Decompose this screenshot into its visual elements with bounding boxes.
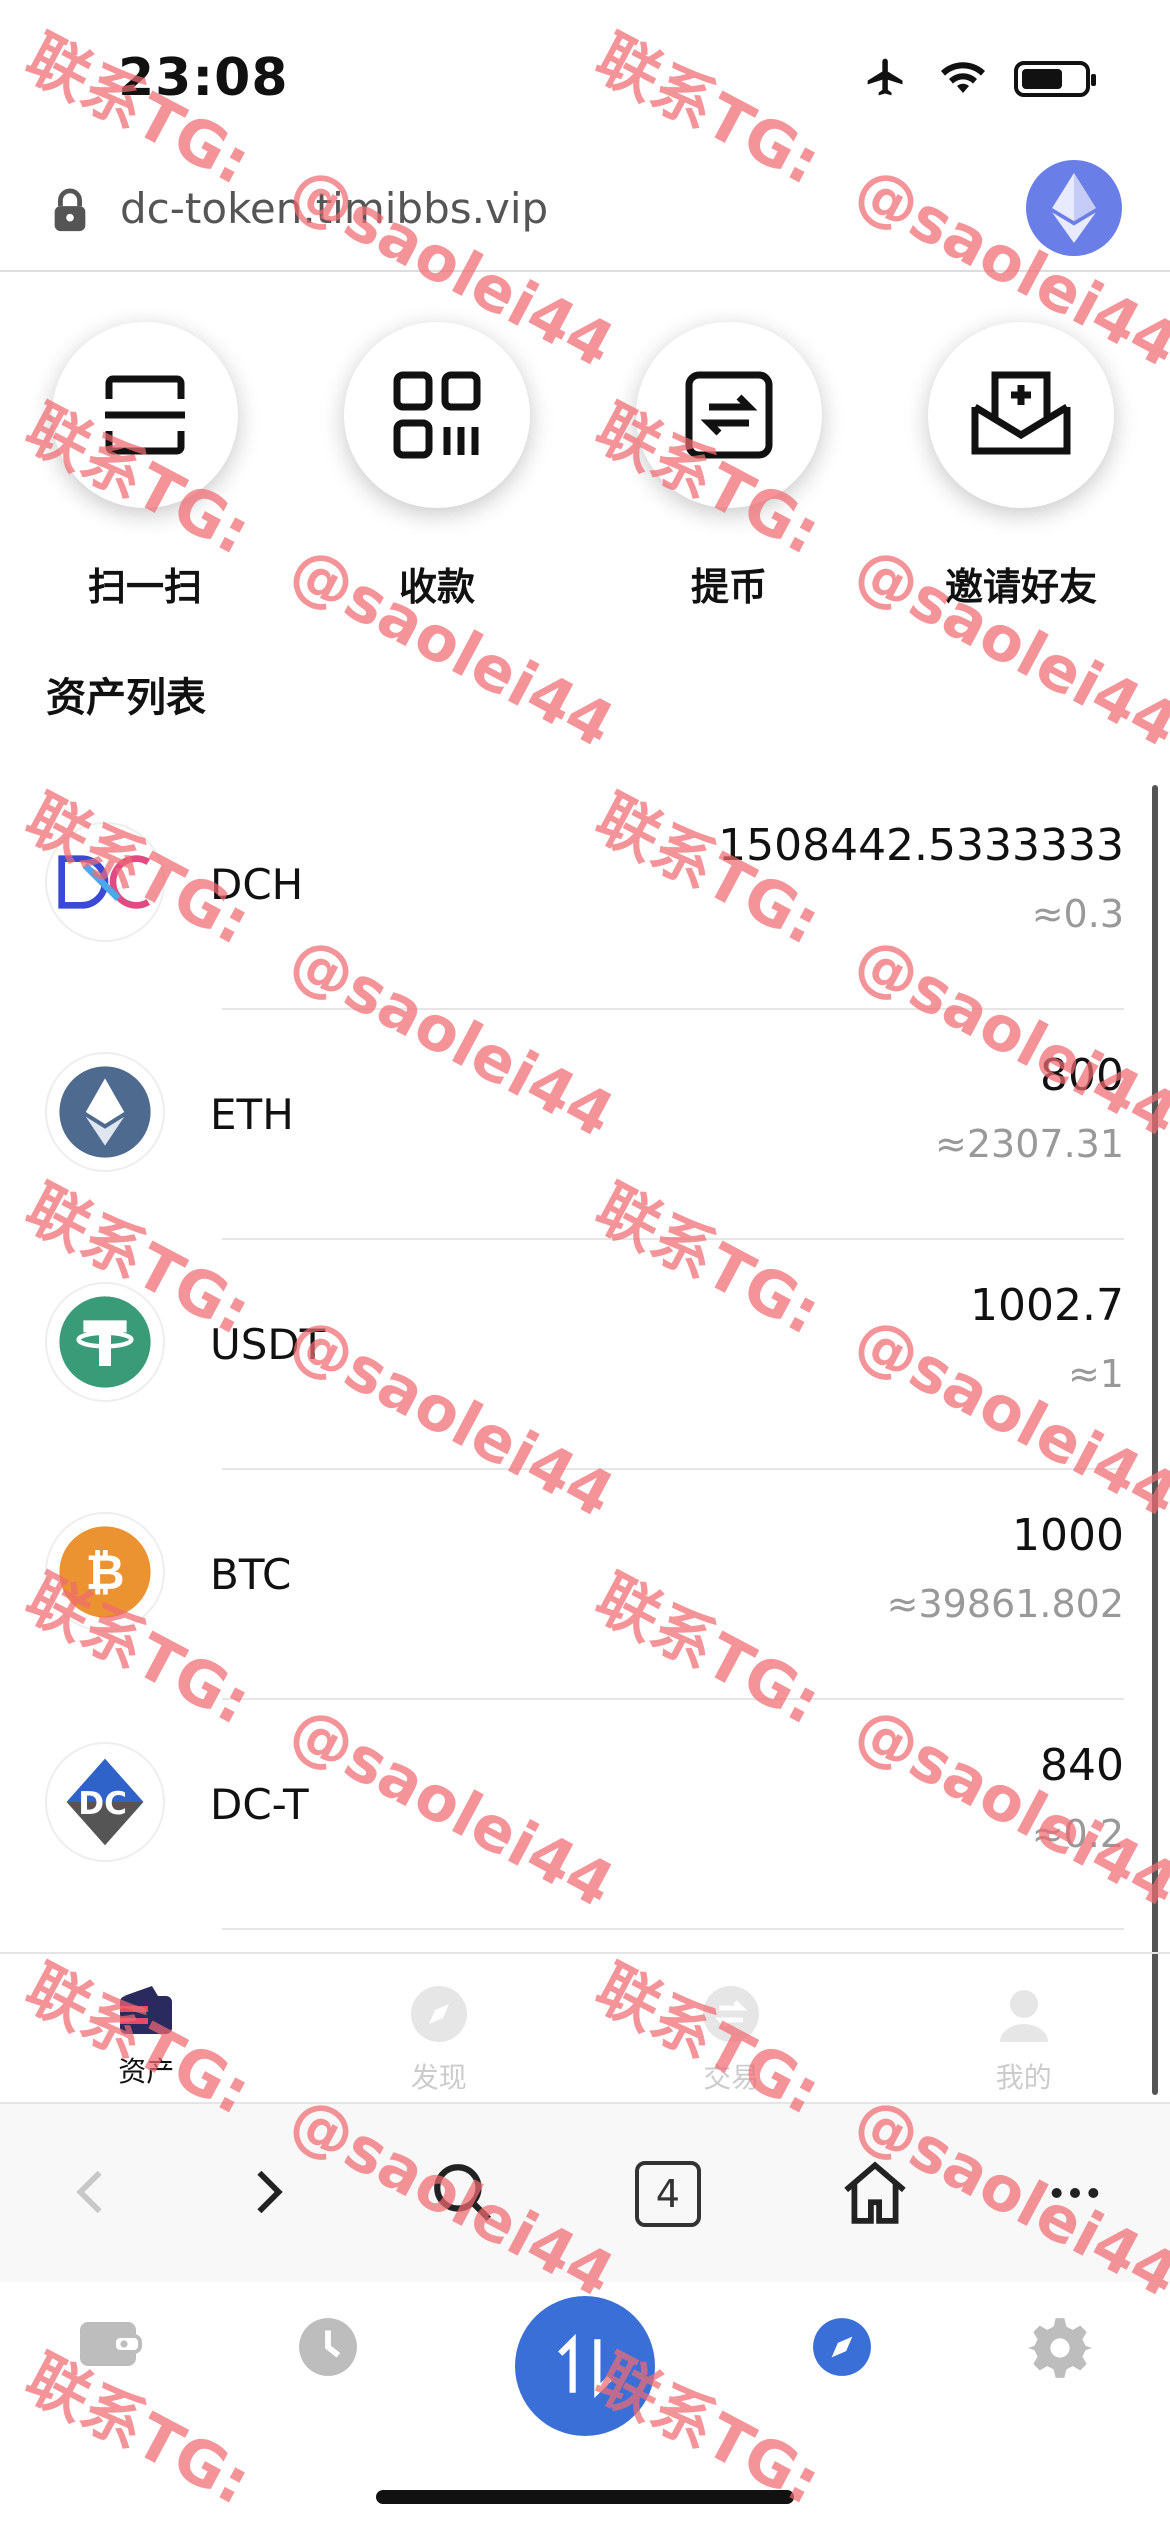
url-bar[interactable]: dc-token.timibbs.vip — [0, 150, 1170, 272]
asset-symbol: DCH — [210, 860, 304, 909]
scan-label: 扫一扫 — [87, 565, 202, 609]
dct-logo-icon: DC — [45, 1742, 165, 1862]
discover-nav-icon[interactable] — [811, 2316, 873, 2382]
back-icon[interactable] — [70, 2167, 110, 2221]
home-indicator — [376, 2490, 794, 2504]
battery-icon — [1014, 61, 1096, 97]
search-icon[interactable] — [429, 2159, 495, 2229]
asset-amount: 1000 — [1012, 1510, 1124, 1561]
asset-row-eth[interactable]: ETH 800 ≈2307.31 — [0, 1010, 1170, 1240]
status-icons — [860, 55, 1096, 103]
status-time: 23:08 — [118, 48, 289, 108]
transfer-icon[interactable] — [636, 322, 822, 508]
asset-amount: 840 — [1040, 1740, 1124, 1791]
scrollbar[interactable] — [1152, 785, 1158, 2095]
btc-logo-icon: ₿ — [45, 1512, 165, 1632]
asset-symbol: DC-T — [210, 1780, 309, 1829]
home-icon[interactable] — [840, 2159, 910, 2229]
airplane-icon — [860, 55, 912, 103]
svg-text:₿: ₿ — [85, 1545, 124, 1601]
forward-icon[interactable] — [249, 2167, 289, 2221]
tab-discover[interactable]: 发现 — [293, 1954, 586, 2104]
scan-icon[interactable] — [52, 322, 238, 508]
compass-icon — [409, 1984, 469, 2048]
asset-amount: 1002.7 — [970, 1280, 1124, 1331]
wallet-icon — [116, 1984, 176, 2042]
asset-amount: 800 — [1040, 1050, 1124, 1101]
asset-value: ≈0.2 — [1031, 1812, 1124, 1856]
history-icon[interactable] — [297, 2316, 359, 2382]
asset-symbol: ETH — [210, 1090, 294, 1139]
user-icon — [994, 1984, 1054, 2048]
asset-row-usdt[interactable]: USDT 1002.7 ≈1 — [0, 1240, 1170, 1470]
swap-icon[interactable] — [514, 2296, 655, 2436]
tab-me-label: 我的 — [995, 2061, 1052, 2094]
invite-mail-icon[interactable] — [928, 322, 1114, 508]
asset-value: ≈39861.802 — [886, 1582, 1124, 1626]
svg-text:DC: DC — [78, 1786, 127, 1822]
more-icon[interactable] — [1050, 2185, 1100, 2204]
tabs-button[interactable]: 4 — [634, 2161, 701, 2227]
tab-trade[interactable]: 交易 — [585, 1954, 878, 2104]
asset-value: ≈2307.31 — [935, 1122, 1124, 1166]
asset-row-dch[interactable]: DCH 1508442.5333333 ≈0.3 — [0, 780, 1170, 1010]
qr-code-icon[interactable] — [344, 322, 530, 508]
asset-value: ≈0.3 — [1031, 892, 1124, 936]
url-text[interactable]: dc-token.timibbs.vip — [120, 184, 548, 233]
trade-icon — [701, 1984, 761, 2048]
receive-action[interactable]: 收款 — [344, 322, 530, 611]
tab-assets-label: 资产 — [118, 2055, 175, 2088]
settings-icon[interactable] — [1028, 2316, 1093, 2384]
invite-label: 邀请好友 — [944, 565, 1097, 609]
asset-amount: 1508442.5333333 — [718, 820, 1124, 871]
asset-row-dct[interactable]: DC DC-T 840 ≈0.2 — [0, 1700, 1170, 1930]
asset-value: ≈1 — [1067, 1352, 1124, 1396]
tab-trade-label: 交易 — [703, 2061, 760, 2094]
tab-discover-label: 发现 — [410, 2061, 467, 2094]
scan-action[interactable]: 扫一扫 — [52, 322, 238, 611]
asset-row-btc[interactable]: ₿ BTC 1000 ≈39861.802 — [0, 1470, 1170, 1700]
wifi-icon — [938, 57, 988, 101]
tab-assets[interactable]: 资产 — [0, 1954, 293, 2104]
invite-action[interactable]: 邀请好友 — [928, 322, 1114, 611]
eth-network-icon[interactable] — [1026, 160, 1122, 256]
row-divider — [222, 1928, 1124, 1930]
usdt-logo-icon — [45, 1282, 165, 1402]
wallet-nav-icon[interactable] — [78, 2316, 142, 2376]
withdraw-action[interactable]: 提币 — [636, 322, 822, 611]
browser-toolbar: 4 — [0, 2102, 1170, 2284]
dch-logo-icon — [45, 822, 165, 942]
tab-me[interactable]: 我的 — [878, 1954, 1170, 2104]
app-tab-bar: 资产 发现 交易 我的 — [0, 1952, 1170, 2104]
withdraw-label: 提币 — [690, 565, 767, 609]
asset-list-title: 资产列表 — [46, 675, 206, 721]
lock-icon — [50, 187, 90, 237]
receive-label: 收款 — [398, 565, 475, 609]
asset-symbol: BTC — [210, 1550, 292, 1599]
eth-logo-icon — [45, 1052, 165, 1172]
asset-symbol: USDT — [210, 1320, 326, 1369]
